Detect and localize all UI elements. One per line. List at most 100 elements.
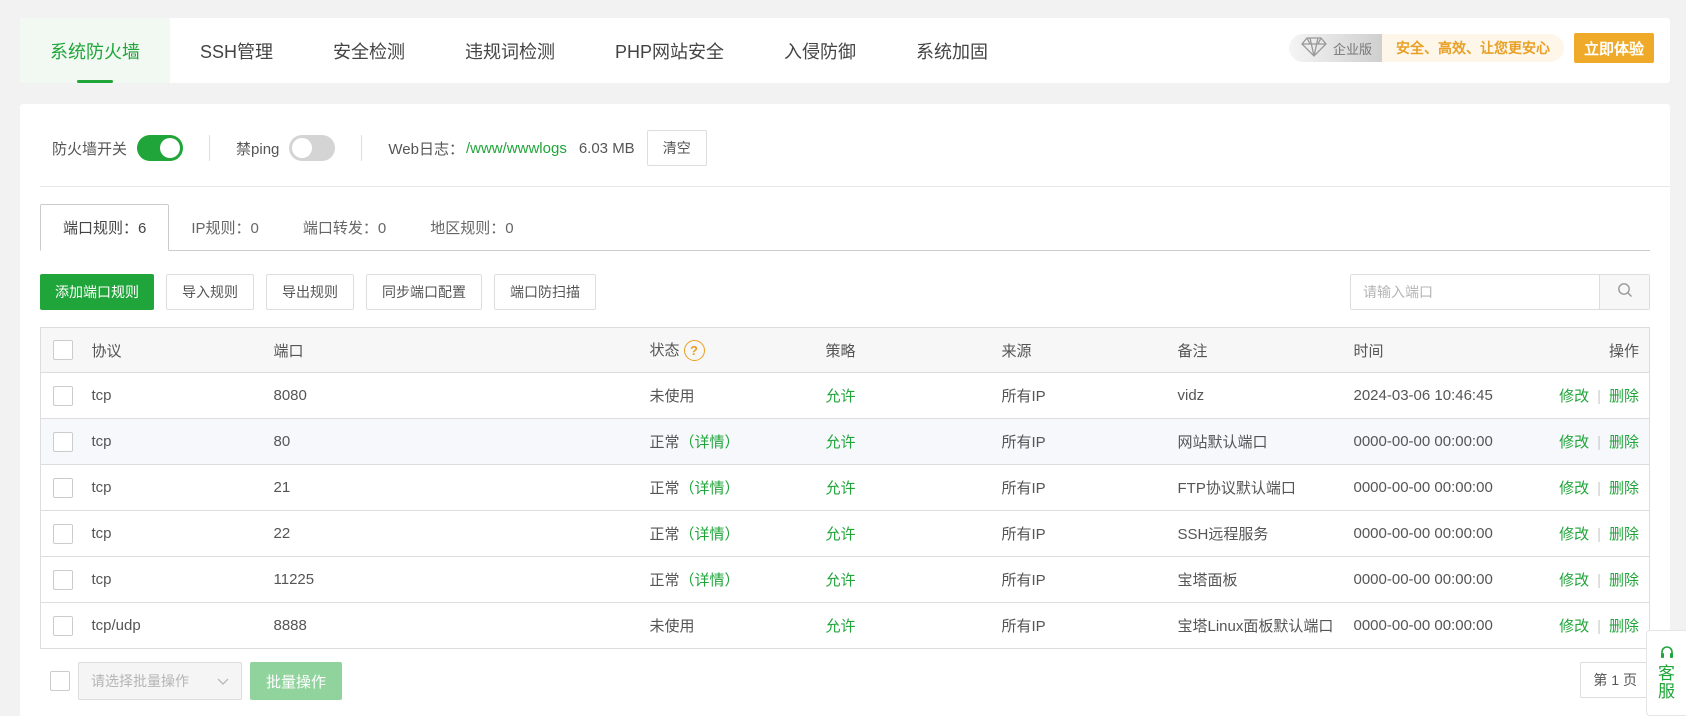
tab-port-forward[interactable]: 端口转发：0 bbox=[281, 204, 408, 250]
customer-service-label: 服 bbox=[1658, 682, 1675, 701]
port-search-input[interactable] bbox=[1351, 275, 1599, 309]
edit-link[interactable]: 修改 bbox=[1559, 480, 1589, 497]
cell-port: 80 bbox=[273, 418, 650, 465]
cell-source: 所有IP bbox=[1001, 464, 1178, 511]
cell-time: 0000-00-00 00:00:00 bbox=[1353, 510, 1534, 557]
weblog-path-link[interactable]: /www/wwwlogs bbox=[466, 140, 567, 157]
delete-link[interactable]: 删除 bbox=[1609, 572, 1639, 589]
tab-ip-rules[interactable]: IP规则：0 bbox=[169, 204, 281, 250]
cell-actions: 修改 | 删除 bbox=[1533, 510, 1650, 557]
detail-link[interactable]: （详情） bbox=[680, 572, 740, 589]
tab-word-check[interactable]: 违规词检测 bbox=[435, 18, 585, 83]
table-row: tcp 8080 未使用 允许 所有IP vidz 2024-03-06 10:46:45 修… bbox=[40, 372, 1650, 419]
cell-status: 未使用 bbox=[649, 602, 826, 649]
add-port-rule-button[interactable]: 添加端口规则 bbox=[40, 274, 154, 310]
headset-icon bbox=[1659, 645, 1675, 665]
action-separator: | bbox=[1597, 434, 1601, 451]
port-scan-protect-button[interactable]: 端口防扫描 bbox=[494, 274, 596, 310]
switch-bar: 防火墙开关 禁ping Web日志： /www/wwwlogs 6.03 MB … bbox=[52, 130, 707, 166]
edit-link[interactable]: 修改 bbox=[1559, 388, 1589, 405]
tab-region-rules[interactable]: 地区规则：0 bbox=[408, 204, 535, 250]
tab-system-firewall[interactable]: 系统防火墙 bbox=[20, 18, 170, 83]
cell-actions: 修改 | 删除 bbox=[1533, 556, 1650, 603]
ping-switch-label: 禁ping bbox=[236, 140, 280, 158]
action-separator: | bbox=[1597, 480, 1601, 497]
row-checkbox[interactable] bbox=[53, 477, 73, 498]
delete-link[interactable]: 删除 bbox=[1609, 480, 1639, 497]
row-checkbox[interactable] bbox=[53, 569, 73, 590]
cell-status: 未使用 bbox=[649, 372, 826, 419]
batch-operation-button[interactable]: 批量操作 bbox=[250, 662, 343, 700]
help-icon[interactable]: ? bbox=[683, 340, 705, 362]
enterprise-promo: 企业版 安全、高效、让您更安心 立即体验 bbox=[1288, 33, 1654, 63]
row-checkbox[interactable] bbox=[53, 385, 73, 406]
detail-link[interactable]: （详情） bbox=[680, 526, 740, 543]
export-rules-button[interactable]: 导出规则 bbox=[266, 274, 354, 310]
search-button[interactable] bbox=[1599, 275, 1649, 309]
delete-link[interactable]: 删除 bbox=[1609, 434, 1639, 451]
sync-port-config-button[interactable]: 同步端口配置 bbox=[366, 274, 482, 310]
delete-link[interactable]: 删除 bbox=[1609, 388, 1639, 405]
edit-link[interactable]: 修改 bbox=[1559, 572, 1589, 589]
clear-log-button[interactable]: 清空 bbox=[646, 130, 707, 166]
col-actions: 操作 bbox=[1533, 327, 1650, 373]
enterprise-badge: 企业版 bbox=[1288, 34, 1382, 62]
cell-time: 0000-00-00 00:00:00 bbox=[1353, 556, 1534, 603]
cell-status: 正常（详情） bbox=[649, 418, 826, 465]
edit-link[interactable]: 修改 bbox=[1559, 434, 1589, 451]
col-status: 状态? bbox=[649, 327, 826, 373]
cell-actions: 修改 | 删除 bbox=[1533, 464, 1650, 511]
cell-actions: 修改 | 删除 bbox=[1533, 602, 1650, 649]
delete-link[interactable]: 删除 bbox=[1609, 618, 1639, 635]
detail-link[interactable]: （详情） bbox=[680, 434, 740, 451]
cell-note: FTP协议默认端口 bbox=[1177, 464, 1354, 511]
cell-protocol: tcp/udp bbox=[91, 602, 274, 649]
batch-operation-select[interactable]: 请选择批量操作 bbox=[78, 662, 242, 700]
top-nav: 系统防火墙 SSH管理 安全检测 违规词检测 PHP网站安全 入侵防御 系统加固… bbox=[20, 18, 1670, 83]
select-all-checkbox[interactable] bbox=[53, 340, 73, 360]
tab-ssh[interactable]: SSH管理 bbox=[170, 18, 303, 83]
table-row: tcp 11225 正常（详情） 允许 所有IP 宝塔面板 0000-00-00 00:00… bbox=[40, 556, 1650, 603]
cell-policy: 允许 bbox=[825, 372, 1002, 419]
import-rules-button[interactable]: 导入规则 bbox=[166, 274, 254, 310]
action-separator: | bbox=[1597, 618, 1601, 635]
cell-source: 所有IP bbox=[1001, 602, 1178, 649]
divider bbox=[361, 135, 363, 161]
tab-port-rules[interactable]: 端口规则：6 bbox=[40, 204, 170, 251]
rule-tabs: 端口规则：6 IP规则：0 端口转发：0 地区规则：0 bbox=[40, 204, 1650, 251]
cell-protocol: tcp bbox=[91, 510, 274, 557]
customer-service-tab[interactable]: 客 服 bbox=[1646, 630, 1686, 716]
table-header: 协议 端口 状态? 策略 来源 备注 时间 操作 bbox=[40, 327, 1650, 373]
port-rules-table: 协议 端口 状态? 策略 来源 备注 时间 操作 tcp 8080 未使用 允许 所有I… bbox=[40, 327, 1650, 649]
col-policy: 策略 bbox=[825, 327, 1002, 373]
action-separator: | bbox=[1597, 388, 1601, 405]
row-checkbox[interactable] bbox=[53, 523, 73, 544]
action-separator: | bbox=[1597, 526, 1601, 543]
delete-link[interactable]: 删除 bbox=[1609, 526, 1639, 543]
tab-intrusion[interactable]: 入侵防御 bbox=[754, 18, 886, 83]
try-now-button[interactable]: 立即体验 bbox=[1573, 33, 1654, 63]
cell-port: 8888 bbox=[273, 602, 650, 649]
enterprise-slogan: 安全、高效、让您更安心 bbox=[1395, 40, 1550, 56]
cell-port: 22 bbox=[273, 510, 650, 557]
edit-link[interactable]: 修改 bbox=[1559, 618, 1589, 635]
cell-status: 正常（详情） bbox=[649, 556, 826, 603]
row-checkbox[interactable] bbox=[53, 615, 73, 636]
table-row: tcp/udp 8888 未使用 允许 所有IP 宝塔Linux面板默认端口 0000-00… bbox=[40, 602, 1650, 649]
batch-select-checkbox[interactable] bbox=[50, 671, 70, 691]
row-checkbox[interactable] bbox=[53, 431, 73, 452]
edit-link[interactable]: 修改 bbox=[1559, 526, 1589, 543]
detail-link[interactable]: （详情） bbox=[680, 480, 740, 497]
cell-time: 0000-00-00 00:00:00 bbox=[1353, 602, 1534, 649]
divider bbox=[209, 135, 211, 161]
cell-note: vidz bbox=[1177, 372, 1354, 419]
search-icon bbox=[1617, 282, 1633, 302]
port-search bbox=[1350, 274, 1650, 310]
col-source: 来源 bbox=[1001, 327, 1178, 373]
tab-php-security[interactable]: PHP网站安全 bbox=[585, 18, 754, 83]
cell-policy: 允许 bbox=[825, 602, 1002, 649]
tab-hardening[interactable]: 系统加固 bbox=[886, 18, 1018, 83]
tab-security-check[interactable]: 安全检测 bbox=[303, 18, 435, 83]
ping-toggle[interactable] bbox=[289, 135, 336, 161]
firewall-toggle[interactable] bbox=[137, 135, 184, 161]
